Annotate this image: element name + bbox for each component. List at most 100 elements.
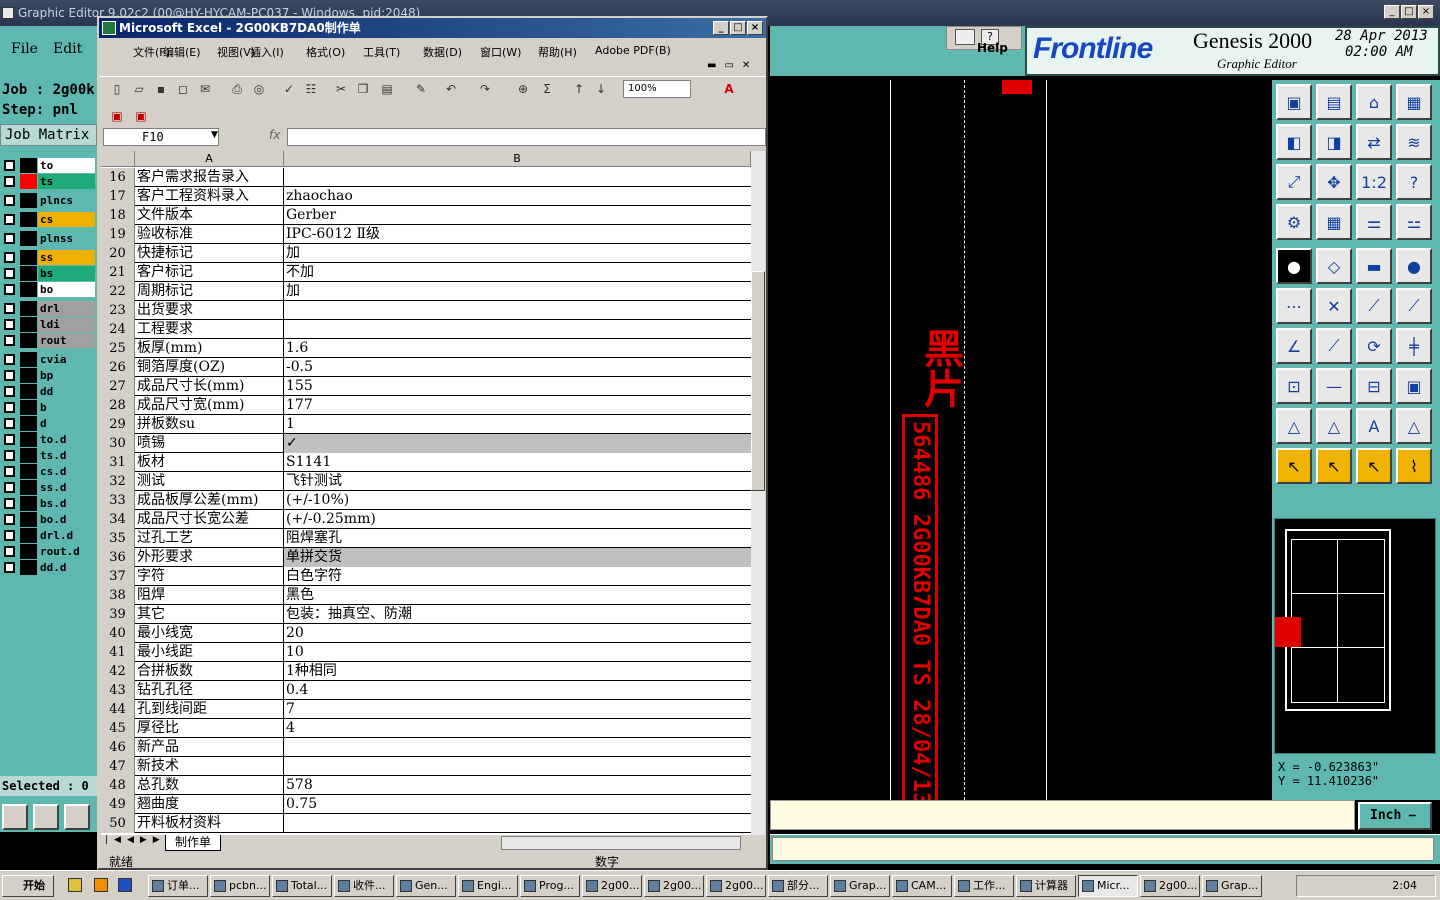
grid-icon[interactable]: ▦ bbox=[1316, 204, 1352, 240]
layer-row[interactable]: ss bbox=[2, 250, 95, 265]
layer-checkbox[interactable] bbox=[4, 268, 15, 279]
excel-menu-item[interactable]: Adobe PDF(B) bbox=[595, 44, 671, 57]
layer-name[interactable]: bo bbox=[38, 282, 95, 297]
line-icon[interactable]: ⟋ bbox=[1316, 328, 1352, 364]
start-button[interactable]: 开始 bbox=[2, 875, 54, 897]
excel-menu-item[interactable]: 插入(I) bbox=[250, 44, 284, 60]
excel-minimize-button[interactable]: _ bbox=[713, 21, 729, 35]
layer-checkbox[interactable] bbox=[4, 370, 15, 381]
dot-icon[interactable]: ● bbox=[1396, 248, 1432, 284]
layer-name[interactable]: dd bbox=[38, 384, 95, 399]
pointer-zoom-icon[interactable]: ↖ bbox=[1356, 448, 1392, 484]
taskbar-button[interactable]: 收件... bbox=[334, 875, 394, 897]
layer-name[interactable]: cs.d bbox=[38, 464, 95, 479]
layer-checkbox[interactable] bbox=[4, 284, 15, 295]
row-header[interactable]: 24 bbox=[101, 320, 135, 339]
cell-b[interactable]: 0.4 bbox=[284, 681, 751, 700]
row-header[interactable]: 33 bbox=[101, 491, 135, 510]
tri-b-icon[interactable]: △ bbox=[1396, 408, 1432, 444]
layer-row[interactable]: cs.d bbox=[2, 464, 95, 479]
cell-b[interactable]: 阻焊塞孔 bbox=[284, 529, 751, 548]
excel-menu-item[interactable]: 帮助(H) bbox=[538, 44, 577, 60]
layer-row[interactable]: to.d bbox=[2, 432, 95, 447]
cell-b[interactable]: 1种相同 bbox=[284, 662, 751, 681]
layer-checkbox[interactable] bbox=[4, 233, 15, 244]
row-header[interactable]: 28 bbox=[101, 396, 135, 415]
spreadsheet-grid[interactable]: A B 16 客户需求报告录入 17 客户工程资料录入 zhaochao 18 文件版本 Ge… bbox=[101, 151, 765, 835]
home-icon[interactable]: ⌂ bbox=[1356, 84, 1392, 120]
name-box-dropdown-icon[interactable]: ▼ bbox=[211, 130, 218, 140]
row-header[interactable]: 45 bbox=[101, 719, 135, 738]
row-header[interactable]: 27 bbox=[101, 377, 135, 396]
cell-b[interactable]: 10 bbox=[284, 643, 751, 662]
pointer-box-icon[interactable]: ↖ bbox=[1316, 448, 1352, 484]
layer-checkbox[interactable] bbox=[4, 303, 15, 314]
taskbar-button[interactable]: CAM... bbox=[892, 875, 952, 897]
zoom-select[interactable]: 100% bbox=[623, 80, 691, 98]
ratio-icon[interactable]: 1:2 bbox=[1356, 164, 1392, 200]
units-button[interactable]: Inch ⎯ bbox=[1358, 802, 1432, 830]
layer-name[interactable]: ldi bbox=[38, 317, 95, 332]
cell-a[interactable]: 其它 bbox=[135, 605, 284, 624]
scrollbar-thumb[interactable] bbox=[751, 271, 765, 491]
row-header[interactable]: 38 bbox=[101, 586, 135, 605]
center-icon[interactable]: ✥ bbox=[1316, 164, 1352, 200]
snap-icon[interactable]: ≋ bbox=[1396, 124, 1432, 160]
taskbar-button[interactable]: Gen... bbox=[396, 875, 456, 897]
layer-name[interactable]: ss bbox=[38, 250, 95, 265]
cell-a[interactable]: 阻焊 bbox=[135, 586, 284, 605]
layer-row[interactable]: ss.d bbox=[2, 480, 95, 495]
save-job-icon[interactable]: ▤ bbox=[1316, 84, 1352, 120]
taskbar-button[interactable]: 2g00... bbox=[582, 875, 642, 897]
cell-a[interactable]: 客户标记 bbox=[135, 263, 284, 282]
layer-checkbox[interactable] bbox=[4, 214, 15, 225]
layer-name[interactable]: bo.d bbox=[38, 512, 95, 527]
cell-b[interactable]: S1141 bbox=[284, 453, 751, 472]
row-header[interactable]: 43 bbox=[101, 681, 135, 700]
route-icon[interactable]: ⌇ bbox=[1396, 448, 1432, 484]
node-icon[interactable]: ⋯ bbox=[1276, 288, 1312, 324]
workbook-controls[interactable]: ▬▭✕ bbox=[707, 60, 763, 74]
cell-b[interactable]: zhaochao bbox=[284, 187, 751, 206]
cell-b[interactable]: 包装：抽真空、防潮 bbox=[284, 605, 751, 624]
excel-menu-item[interactable]: 工具(T) bbox=[363, 44, 400, 60]
settings-icon[interactable]: ⚙ bbox=[1276, 204, 1312, 240]
cell-b[interactable]: 20 bbox=[284, 624, 751, 643]
minimize-button[interactable]: _ bbox=[1384, 5, 1400, 19]
layer-checkbox[interactable] bbox=[4, 546, 15, 557]
connect-icon[interactable]: ⟋ bbox=[1356, 288, 1392, 324]
row-header[interactable]: 19 bbox=[101, 225, 135, 244]
layer-checkbox[interactable] bbox=[4, 482, 15, 493]
window-icon[interactable]: ▦ bbox=[1396, 84, 1432, 120]
tri-up-icon[interactable]: △ bbox=[1316, 408, 1352, 444]
layer-name[interactable]: d bbox=[38, 416, 95, 431]
cell-b[interactable]: (+/-0.25mm) bbox=[284, 510, 751, 529]
measure-icon[interactable]: ⊟ bbox=[1356, 368, 1392, 404]
menu-file[interactable]: File bbox=[11, 41, 38, 57]
cell-a[interactable]: 字符 bbox=[135, 567, 284, 586]
close-button[interactable]: × bbox=[1418, 5, 1434, 19]
taskbar-button[interactable]: 工作... bbox=[954, 875, 1014, 897]
cell-a[interactable]: 验收标准 bbox=[135, 225, 284, 244]
layer-name[interactable]: drl.d bbox=[38, 528, 95, 543]
font-color-icon[interactable]: A bbox=[721, 81, 737, 97]
cell-a[interactable]: 周期标记 bbox=[135, 282, 284, 301]
layer-checkbox[interactable] bbox=[4, 176, 15, 187]
cell-a[interactable]: 最小线距 bbox=[135, 643, 284, 662]
help-query-icon[interactable]: ? bbox=[1396, 164, 1432, 200]
menu-edit[interactable]: Edit bbox=[53, 41, 82, 57]
row-header[interactable]: 23 bbox=[101, 301, 135, 320]
layer-row[interactable]: drl bbox=[2, 301, 95, 316]
layer-row[interactable]: d bbox=[2, 416, 95, 431]
name-box[interactable]: F10 bbox=[103, 128, 219, 146]
pdf-convert-icon[interactable]: ▣ bbox=[109, 108, 125, 124]
shape-icon[interactable]: ◇ bbox=[1316, 248, 1352, 284]
cell-a[interactable]: 快捷标记 bbox=[135, 244, 284, 263]
cell-a[interactable]: 成品尺寸长(mm) bbox=[135, 377, 284, 396]
help-label[interactable]: Help bbox=[977, 41, 1008, 55]
copy-icon[interactable]: ❐ bbox=[355, 81, 371, 97]
layer-row[interactable]: rout.d bbox=[2, 544, 95, 559]
maximize-button[interactable]: □ bbox=[1401, 5, 1417, 19]
redo-icon[interactable]: ↷ bbox=[477, 81, 493, 97]
resize-icon[interactable]: ⊡ bbox=[1276, 368, 1312, 404]
